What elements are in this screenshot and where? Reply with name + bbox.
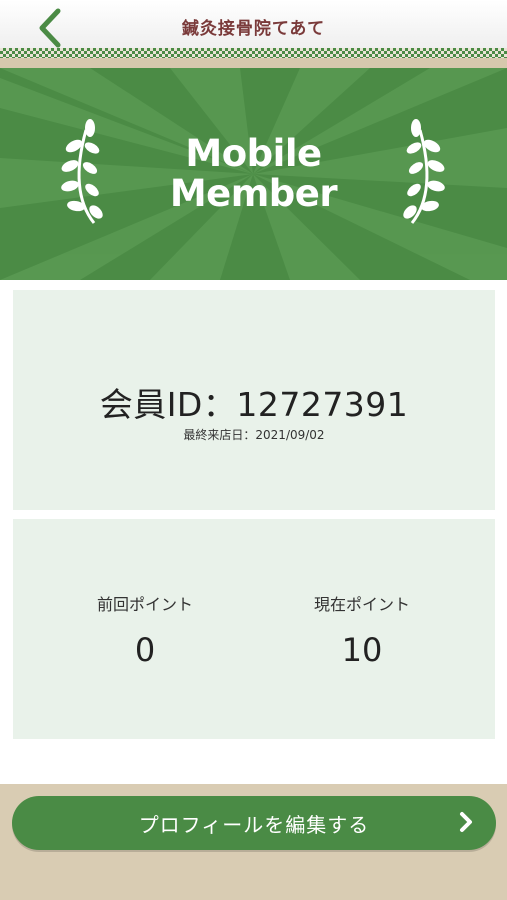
last-visit-date: 最終来店日：2021/09/02 (183, 428, 325, 442)
member-panel: 会員ID：12727391 最終来店日：2021/09/02 前回ポイント 0 … (0, 280, 507, 784)
previous-points: 前回ポイント 0 (45, 591, 245, 669)
member-id: 会員ID：12727391 (99, 385, 409, 424)
laurel-icon (403, 119, 445, 224)
header-divider (0, 48, 507, 58)
previous-points-value: 0 (134, 631, 156, 669)
member-id-card: 会員ID：12727391 最終来店日：2021/09/02 (13, 290, 495, 510)
chevron-right-icon (460, 812, 472, 832)
current-points-label: 現在ポイント (313, 595, 410, 614)
edit-profile-label: プロフィールを編集する (138, 812, 370, 837)
current-points-value: 10 (341, 631, 383, 669)
points-card: 前回ポイント 0 現在ポイント 10 (13, 519, 495, 739)
previous-points-label: 前回ポイント (96, 595, 193, 614)
texture-band (0, 58, 507, 68)
current-points: 現在ポイント 10 (262, 591, 462, 669)
bottom-bar: プロフィールを編集する (0, 784, 507, 900)
page-title: 鍼灸接骨院てあて (181, 19, 326, 39)
member-banner: Mobile Member (0, 68, 507, 280)
edit-profile-button[interactable]: プロフィールを編集する (12, 796, 496, 850)
